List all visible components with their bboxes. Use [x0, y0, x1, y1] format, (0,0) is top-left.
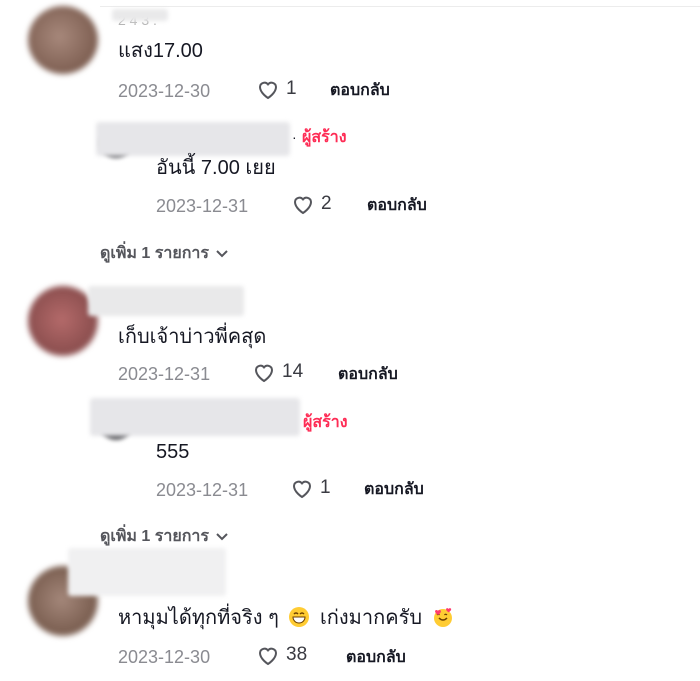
view-more-label: ดูเพิ่ม 1 รายการ [100, 528, 209, 545]
chevron-down-icon [216, 250, 228, 258]
username-blurred [90, 398, 300, 436]
comment-thread: 2 4 3 . แสง17.00 2023-12-30 1 ตอบกลับ · … [0, 0, 700, 681]
username-blurred [112, 9, 168, 21]
comment-text-part-2: เก่งมากครับ [319, 607, 423, 629]
like-count: 38 [286, 644, 308, 665]
view-more-replies[interactable]: ดูเพิ่ม 1 รายการ [100, 244, 229, 264]
divider [100, 6, 700, 7]
separator-dot: · [292, 129, 297, 145]
like-count: 2 [321, 193, 332, 214]
smiling-face-with-hearts-emoji [433, 608, 452, 627]
like-button[interactable]: 14 [252, 361, 303, 383]
view-more-replies[interactable]: ดูเพิ่ม 1 รายการ [100, 527, 229, 547]
heart-outline-icon [258, 647, 278, 666]
like-count: 1 [286, 78, 297, 99]
creator-badge: ผู้สร้าง [303, 414, 348, 431]
view-more-label: ดูเพิ่ม 1 รายการ [100, 245, 209, 262]
reply-button[interactable]: ตอบกลับ [364, 479, 424, 501]
username-blurred [96, 122, 290, 156]
heart-outline-icon [292, 480, 312, 499]
comment-date: 2023-12-31 [156, 480, 249, 500]
heart-outline-icon [293, 196, 313, 215]
grinning-face-emoji [289, 607, 310, 627]
like-button[interactable]: 2 [291, 193, 332, 215]
chevron-down-icon [216, 533, 228, 541]
reply-button[interactable]: ตอบกลับ [338, 364, 398, 386]
comment-text-part-1: หามุมได้ทุกที่จริง ๆ [118, 607, 279, 629]
comment-text: 555 [156, 441, 190, 463]
reply-button[interactable]: ตอบกลับ [346, 647, 406, 669]
comment-date: 2023-12-30 [118, 647, 211, 667]
comment-text: แสง17.00 [118, 40, 203, 62]
like-button[interactable]: 1 [290, 477, 331, 499]
like-count: 14 [282, 361, 304, 382]
like-count: 1 [320, 477, 331, 498]
like-button[interactable]: 1 [256, 78, 297, 100]
comment-date: 2023-12-31 [156, 196, 249, 216]
comment-text: หามุมได้ทุกที่จริง ๆ เก่งมากครับ [118, 606, 458, 630]
reply-button[interactable]: ตอบกลับ [367, 195, 427, 217]
heart-outline-icon [258, 81, 278, 100]
comment-text: อันนี้ 7.00 เยย [156, 157, 276, 179]
username-blurred [68, 548, 226, 596]
comment-text: เก็บเจ้าบ่าวพี่คสุด [118, 326, 267, 348]
comment-date: 2023-12-30 [118, 81, 211, 101]
like-button[interactable]: 38 [256, 644, 307, 666]
heart-outline-icon [254, 364, 274, 383]
avatar[interactable] [28, 6, 98, 74]
comment-date: 2023-12-31 [118, 364, 211, 384]
username-blurred [88, 286, 244, 316]
reply-button[interactable]: ตอบกลับ [330, 80, 390, 102]
creator-badge: ผู้สร้าง [302, 129, 347, 146]
